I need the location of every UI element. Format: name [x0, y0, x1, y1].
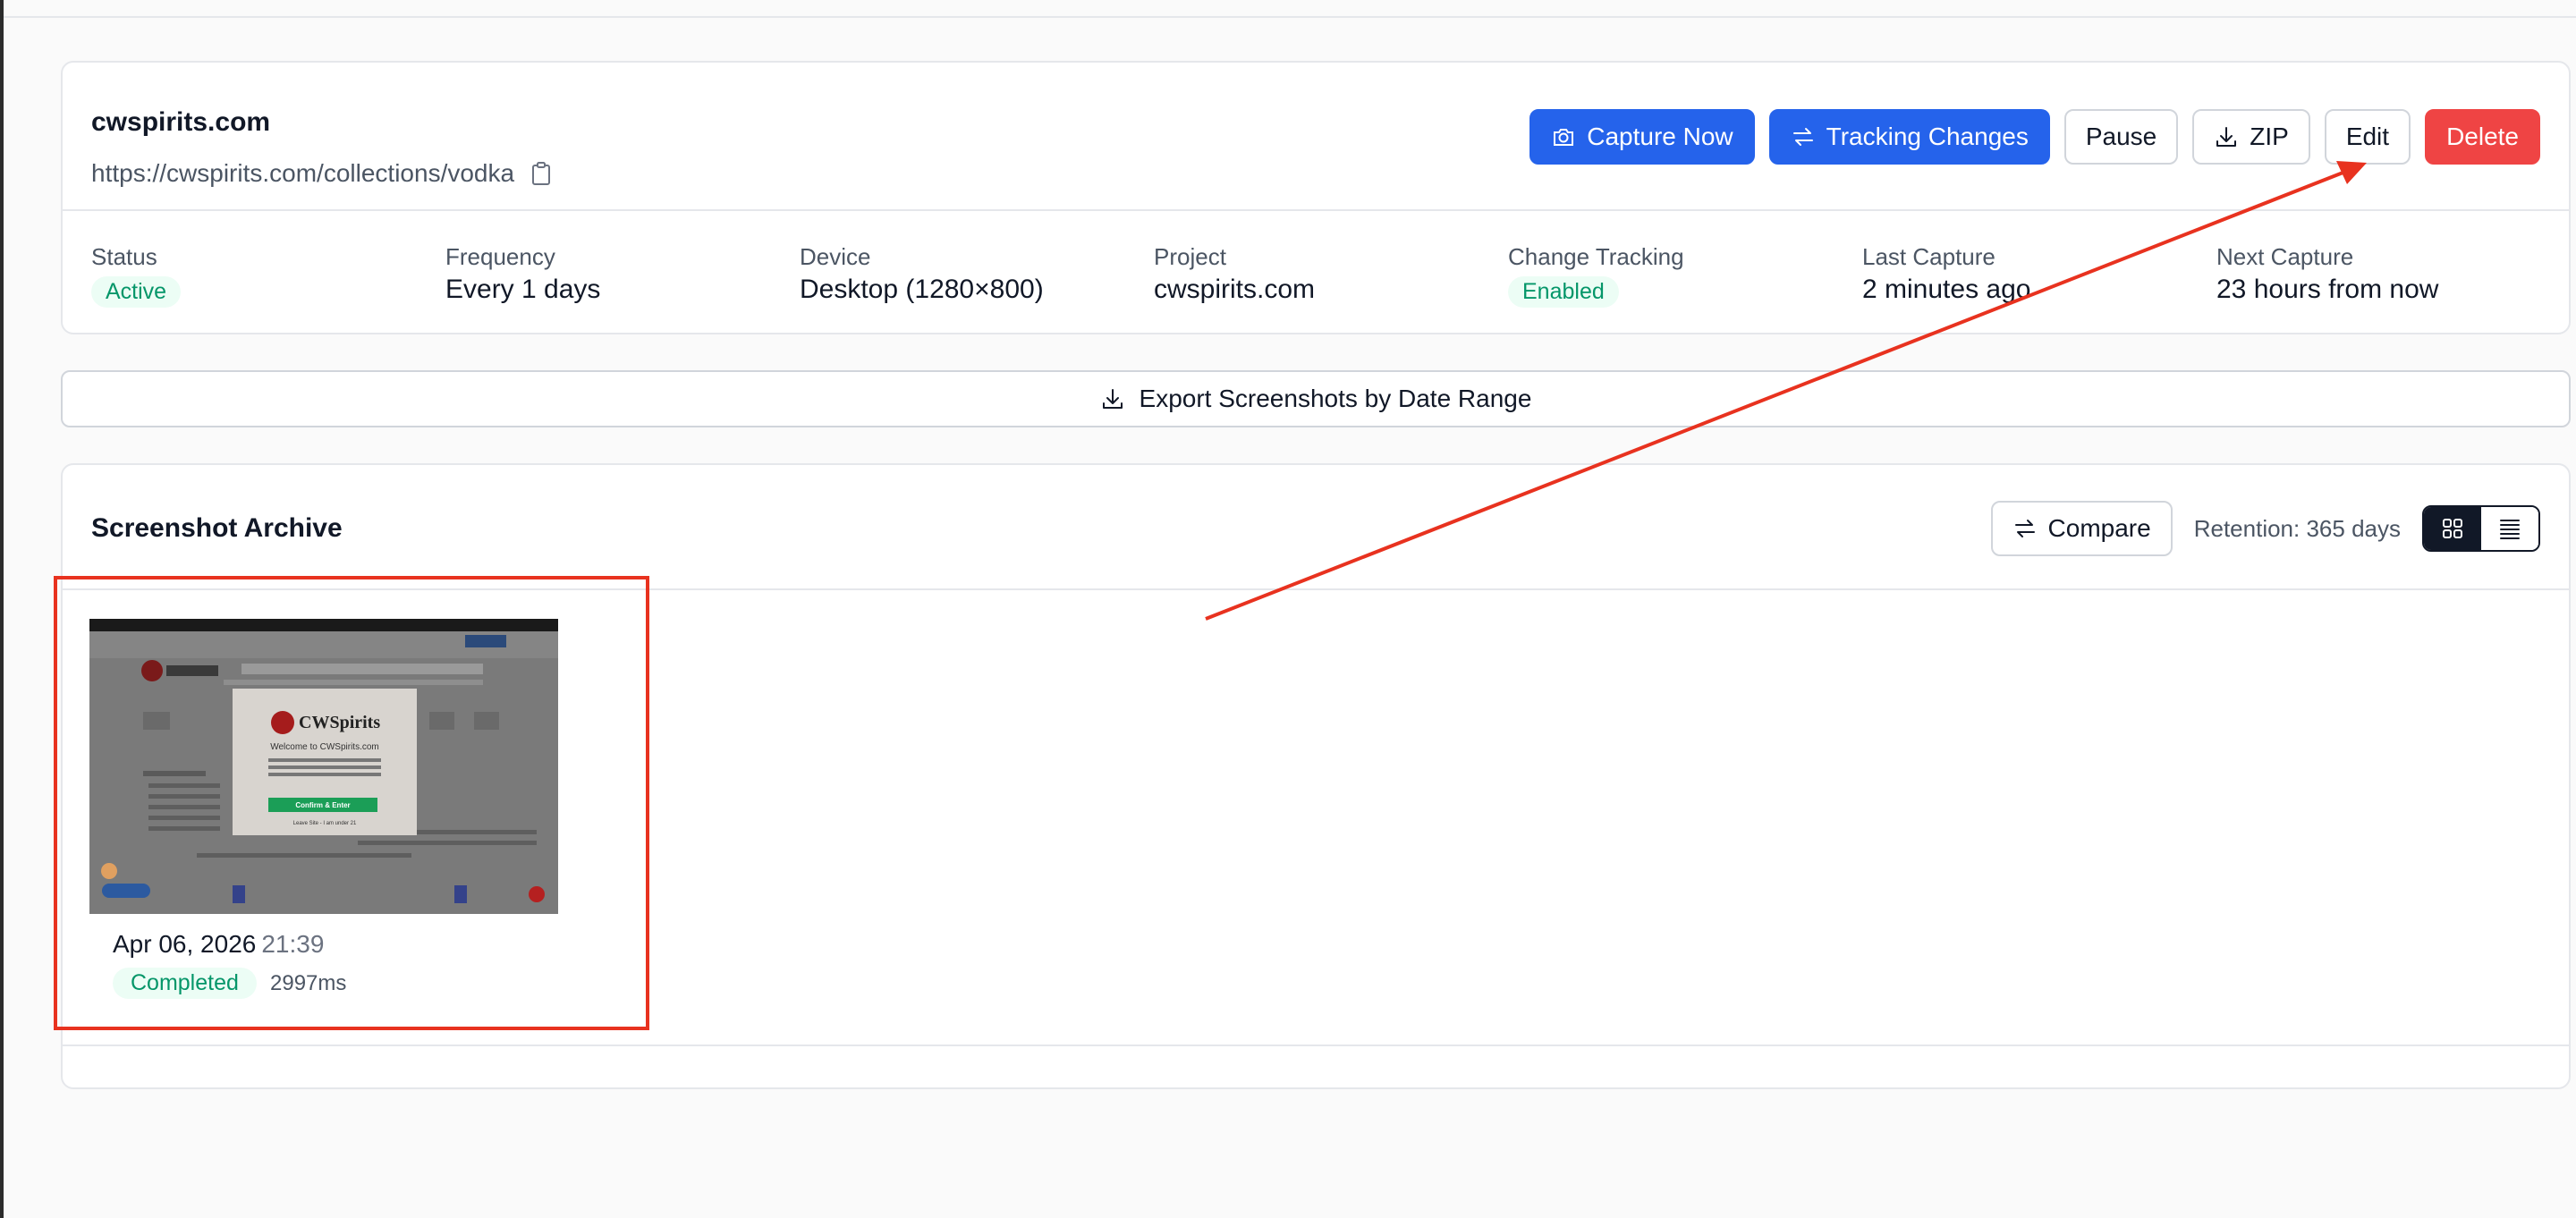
grid-view-button[interactable]	[2424, 507, 2481, 550]
annotation-highlight-box	[54, 576, 649, 1030]
pause-button[interactable]: Pause	[2063, 109, 2179, 165]
grid-view-icon	[2440, 516, 2465, 541]
capture-now-label: Capture Now	[1587, 123, 1733, 150]
stat-next-capture: Next Capture 23 hours from now	[2216, 243, 2438, 305]
edit-label: Edit	[2345, 123, 2390, 150]
stat-value: Desktop (1280×800)	[800, 275, 1044, 304]
stat-device: Device Desktop (1280×800)	[800, 243, 1044, 305]
camera-icon	[1551, 124, 1576, 149]
monitor-title: cwspirits.com	[91, 107, 271, 137]
stat-label: Next Capture	[2216, 243, 2354, 270]
monitor-actions: Capture Now Tracking Changes Pause ZIP E…	[1530, 109, 2540, 165]
arrows-swap-icon	[1791, 124, 1816, 149]
change-tracking-badge: Enabled	[1508, 276, 1619, 308]
archive-title: Screenshot Archive	[91, 513, 343, 543]
retention-text: Retention: 365 days	[2193, 514, 2401, 542]
list-view-icon	[2497, 516, 2522, 541]
tracking-changes-button[interactable]: Tracking Changes	[1768, 109, 2050, 165]
compare-label: Compare	[2047, 514, 2151, 542]
capture-now-button[interactable]: Capture Now	[1530, 109, 1755, 165]
stat-status: Status Active	[91, 243, 182, 308]
archive-header: Screenshot Archive Compare Retention: 36…	[63, 465, 2569, 590]
stat-label: Last Capture	[1862, 243, 1996, 270]
window-left-edge	[0, 0, 4, 1218]
zip-button[interactable]: ZIP	[2192, 109, 2310, 165]
delete-label: Delete	[2446, 123, 2519, 150]
stat-label: Frequency	[445, 243, 555, 270]
stat-value: Every 1 days	[445, 275, 601, 304]
monitor-stats: Status Active Frequency Every 1 days Dev…	[63, 211, 2569, 334]
download-icon	[2214, 124, 2239, 149]
stat-value: cwspirits.com	[1154, 275, 1316, 304]
export-by-date-range-button[interactable]: Export Screenshots by Date Range	[61, 370, 2571, 427]
stat-change-tracking: Change Tracking Enabled	[1508, 243, 1684, 308]
clipboard-icon[interactable]	[530, 161, 552, 186]
monitor-url: https://cwspirits.com/collections/vodka	[91, 159, 515, 187]
delete-button[interactable]: Delete	[2425, 109, 2540, 165]
export-label: Export Screenshots by Date Range	[1139, 385, 1532, 412]
status-badge: Active	[91, 276, 182, 308]
archive-footer-divider	[63, 1045, 2569, 1046]
stat-value: 23 hours from now	[2216, 275, 2439, 304]
monitor-card: cwspirits.com https://cwspirits.com/coll…	[61, 61, 2571, 334]
zip-label: ZIP	[2250, 123, 2289, 150]
top-divider	[4, 0, 2576, 18]
monitor-header: cwspirits.com https://cwspirits.com/coll…	[63, 63, 2569, 211]
stat-label: Change Tracking	[1508, 243, 1684, 270]
stat-frequency: Frequency Every 1 days	[445, 243, 600, 305]
tracking-changes-label: Tracking Changes	[1826, 123, 2029, 150]
stat-label: Device	[800, 243, 871, 270]
list-view-button[interactable]	[2481, 507, 2538, 550]
arrows-swap-icon	[2012, 516, 2038, 541]
stat-project: Project cwspirits.com	[1154, 243, 1315, 305]
compare-button[interactable]: Compare	[1990, 501, 2173, 556]
stat-label: Status	[91, 243, 157, 270]
stat-label: Project	[1154, 243, 1226, 270]
edit-button[interactable]: Edit	[2324, 109, 2411, 165]
view-toggle	[2422, 505, 2540, 552]
stat-last-capture: Last Capture 2 minutes ago	[1862, 243, 2030, 305]
monitor-url-row: https://cwspirits.com/collections/vodka	[91, 159, 552, 188]
pause-label: Pause	[2085, 123, 2157, 150]
stat-value: 2 minutes ago	[1862, 275, 2031, 304]
archive-tools: Compare Retention: 365 days	[1990, 501, 2540, 556]
download-icon	[1100, 386, 1125, 411]
